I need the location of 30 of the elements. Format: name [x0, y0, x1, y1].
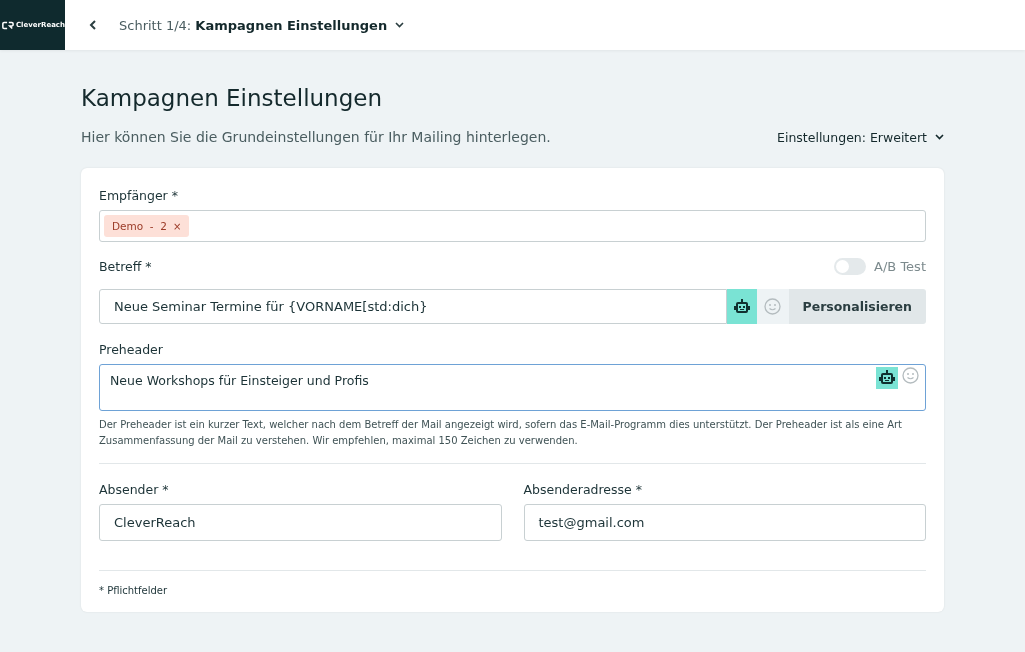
page-title: Kampagnen Einstellungen — [81, 85, 383, 111]
recipients-field[interactable]: Demo - 2 × — [99, 210, 926, 242]
step-dropdown[interactable]: Schritt 1/4: Kampagnen Einstellungen — [119, 17, 405, 33]
logo-icon — [2, 20, 14, 30]
sender-field[interactable]: CleverReach — [99, 504, 502, 541]
page-subtitle: Hier können Sie die Grundeinstellungen für Ihr Mailing hinterlegen. — [81, 129, 551, 145]
ab-test-label: A/B Test — [874, 259, 926, 274]
field-label: Empfänger * — [99, 188, 179, 203]
required-note: * Pflichtfelder — [99, 585, 169, 596]
ai-assistant-button[interactable] — [876, 367, 898, 389]
ai-assistant-button[interactable] — [726, 289, 757, 324]
chevron-down-icon — [935, 134, 944, 140]
preheader-field[interactable]: Neue Workshops für Einsteiger und Profis — [99, 364, 926, 411]
preheader-value: Neue Workshops für Einsteiger und Profis — [110, 372, 369, 390]
subject-field[interactable]: Neue Seminar Termine für {VORNAME[std:dich} — [99, 289, 727, 324]
help-text: Der Preheader ist ein kurzer Text, welcher nach dem Betreff der Mail angezeigt wird, sofern das E-Mail-Programm dies unterstützt. Der Preheader ist als eine Art Zusammenfassung der Mail zu verstehen. Wir empfehlen, maximal 150 Zeichen zu verwenden. — [99, 418, 904, 448]
robot-icon — [732, 297, 751, 316]
settings-dropdown[interactable]: Einstellungen: Erweitert — [777, 129, 944, 145]
robot-icon — [878, 369, 896, 387]
personalize-button[interactable]: Personalisieren — [788, 289, 926, 324]
sender-address-field[interactable]: test@gmail.com — [523, 504, 926, 541]
field-label: Absender * — [99, 482, 170, 497]
chevron-down-icon — [395, 22, 405, 28]
remove-tag-button[interactable]: × — [173, 220, 182, 232]
field-label: Preheader — [99, 342, 164, 357]
tag-label: Demo - 2 — [112, 220, 168, 232]
field-label: Absenderadresse * — [523, 482, 643, 497]
field-label: Betreff * — [99, 259, 152, 274]
back-button[interactable] — [87, 18, 99, 32]
ab-test-toggle[interactable] — [834, 258, 867, 275]
